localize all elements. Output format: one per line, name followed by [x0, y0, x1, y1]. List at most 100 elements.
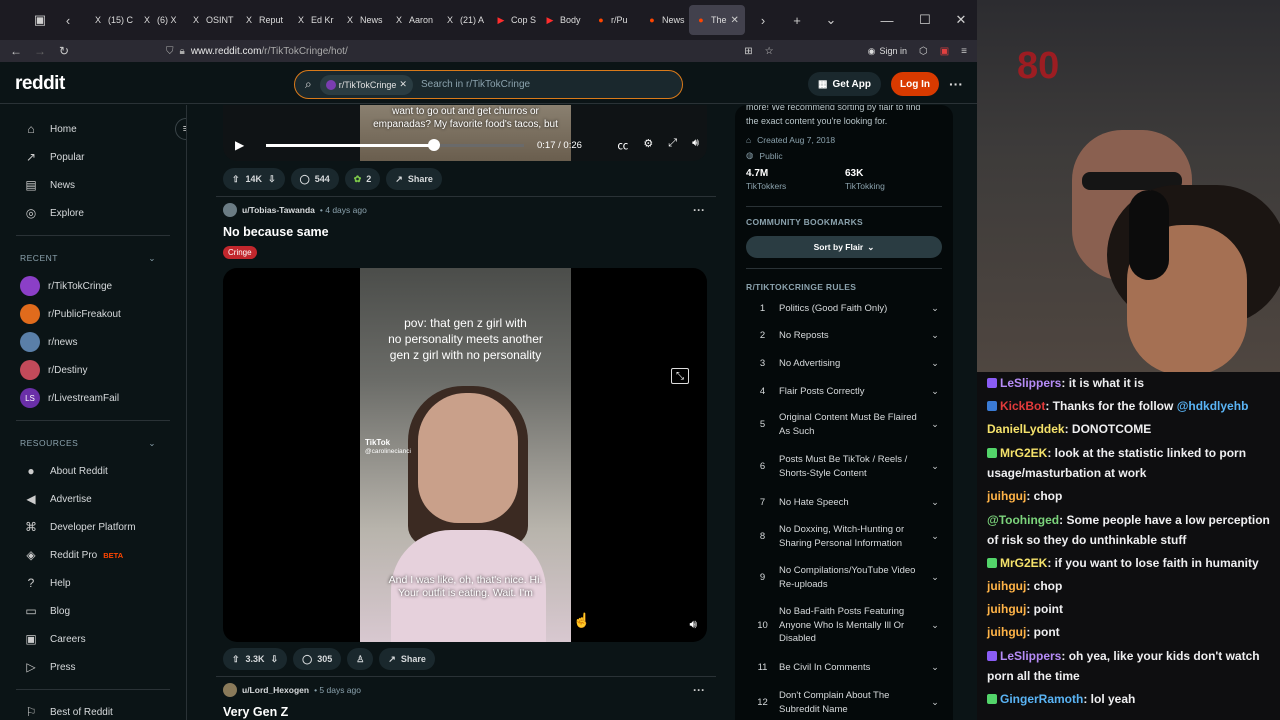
tab-6[interactable]: X News [338, 5, 386, 35]
volume-icon[interactable]: 🔊︎ [689, 617, 697, 632]
sidebar-item-r-news[interactable]: r/news [0, 328, 186, 356]
sort-by-flair-button[interactable]: Sort by Flair ⌄ [746, 236, 942, 258]
search-input[interactable]: Search in r/TikTokCringe [421, 79, 530, 90]
bookmark-star-icon[interactable]: ☆ [765, 46, 774, 57]
chevron-down-icon[interactable]: ⌄ [928, 358, 942, 369]
tab-4[interactable]: X Reput [237, 5, 288, 35]
chat-username[interactable]: KickBot [1000, 399, 1045, 413]
sidebar-item-r-tiktokcringe[interactable]: r/TikTokCringe [0, 272, 186, 300]
chevron-down-icon[interactable]: ⌄ [928, 620, 942, 631]
share-button[interactable]: ↗ Share [386, 168, 442, 190]
chevron-down-icon[interactable]: ⌄ [928, 697, 942, 708]
upvote-icon[interactable]: ⇧ [232, 654, 240, 665]
minimize-icon[interactable]: — [875, 8, 899, 32]
chevron-down-icon[interactable]: ⌄ [928, 531, 942, 542]
rule-item-9[interactable]: 9 No Compilations/YouTube Video Re-upload… [746, 564, 942, 591]
rule-item-11[interactable]: 11 Be Civil In Comments ⌄ [746, 661, 942, 675]
rule-item-8[interactable]: 8 No Doxxing, Witch-Hunting or Sharing Pe… [746, 523, 942, 550]
forward-icon[interactable]: → [28, 44, 52, 58]
settings-gear-icon[interactable]: ⚙ [643, 137, 653, 153]
tab-1[interactable]: X (15) C [86, 5, 134, 35]
url-bar[interactable]: ⛉ 🔒︎ www.reddit.com/r/TikTokCringe/hot/ [166, 46, 744, 57]
rule-item-5[interactable]: 5 Original Content Must Be Flaired As Suc… [746, 411, 942, 438]
chevron-down-icon[interactable]: ⌄ [928, 386, 942, 397]
video-progress-bar[interactable] [266, 139, 524, 151]
rule-item-4[interactable]: 4 Flair Posts Correctly ⌄ [746, 385, 942, 399]
reddit-logo[interactable]: reddit [15, 73, 295, 95]
rule-item-10[interactable]: 10 No Bad-Faith Posts Featuring Anyone Wh… [746, 605, 942, 646]
downvote-icon[interactable]: ⇩ [271, 654, 279, 665]
tab-7[interactable]: X Aaron [387, 5, 437, 35]
new-tab-icon[interactable]: + [785, 8, 809, 32]
search-community-chip[interactable]: r/TikTokCringe ✕ [319, 74, 413, 95]
tab-overview-icon[interactable]: ▣ [28, 8, 52, 32]
tabs-scroll-right-icon[interactable]: › [751, 8, 775, 32]
chevron-down-icon[interactable]: ⌄ [928, 303, 942, 314]
sidebar-item-best-of-reddit[interactable]: ⚐ Best of Reddit [0, 698, 186, 720]
sidebar-item-home[interactable]: ⌂ Home [0, 115, 186, 143]
tab-12[interactable]: ● News [640, 5, 688, 35]
downvote-icon[interactable]: ⇩ [268, 174, 276, 185]
shield-icon[interactable]: ⛉ [166, 46, 174, 57]
extensions-icon[interactable]: ⬡ [919, 46, 928, 57]
sidebar-item-popular[interactable]: ↗ Popular [0, 143, 186, 171]
progress-handle[interactable] [427, 139, 440, 151]
reload-icon[interactable]: ↻ [52, 44, 76, 58]
extension-badge-icon[interactable]: ▣ [940, 46, 949, 57]
chat-username[interactable]: juihguj [987, 489, 1026, 503]
recent-section-header[interactable]: RECENT ⌄ [0, 244, 186, 272]
comments-button[interactable]: ◯ 305 [293, 648, 342, 670]
chat-username[interactable]: @Toohinged [987, 513, 1059, 527]
tab-9[interactable]: ▶ Cop S [489, 5, 537, 35]
rule-item-1[interactable]: 1 Politics (Good Faith Only) ⌄ [746, 302, 942, 316]
tab-3[interactable]: X OSINT [184, 5, 236, 35]
close-tab-icon[interactable]: ✕ [731, 15, 739, 26]
sidebar-item-r-livestreamfail[interactable]: LS r/LivestreamFail [0, 384, 186, 412]
sidebar-item-blog[interactable]: ▭ Blog [0, 597, 186, 625]
fullscreen-icon[interactable]: ⤢ [668, 137, 677, 153]
tab-2[interactable]: X (6) X [135, 5, 183, 35]
chip-close-icon[interactable]: ✕ [399, 79, 407, 90]
log-in-button[interactable]: Log In [891, 72, 939, 96]
comments-button[interactable]: ◯ 544 [290, 168, 339, 190]
tab-11[interactable]: ● r/Pu [589, 5, 639, 35]
avatar[interactable] [223, 203, 237, 217]
post-options-icon[interactable]: ··· [693, 683, 705, 697]
upvote-icon[interactable]: ⇧ [232, 174, 240, 185]
chevron-down-icon[interactable]: ⌄ [928, 497, 942, 508]
rule-item-3[interactable]: 3 No Advertising ⌄ [746, 357, 942, 371]
play-icon[interactable]: ▶ [235, 138, 244, 152]
chat-username[interactable]: juihguj [987, 579, 1026, 593]
chat-mention[interactable]: @hdkdlyehb [1177, 399, 1249, 413]
chat-username[interactable]: juihguj [987, 602, 1026, 616]
award-button[interactable]: ♙ [347, 648, 374, 670]
tab-8[interactable]: X (21) A [438, 5, 488, 35]
rule-item-2[interactable]: 2 No Reposts ⌄ [746, 329, 942, 343]
chevron-down-icon[interactable]: ⌄ [928, 419, 942, 430]
post-title[interactable]: No because same [223, 225, 329, 239]
sidebar-item-news[interactable]: ▤ News [0, 171, 186, 199]
back-icon[interactable]: ← [4, 44, 28, 58]
post-options-icon[interactable]: ··· [693, 203, 705, 217]
close-window-icon[interactable]: ✕ [949, 8, 973, 32]
previous-post-video[interactable]: want to go out and get churros or empanad… [223, 105, 707, 161]
chat-username[interactable]: DanielLyddek [987, 422, 1065, 436]
sidebar-item-help[interactable]: ? Help [0, 569, 186, 597]
sign-in-button[interactable]: ◉ Sign in [868, 46, 907, 57]
post-video[interactable]: pov: that gen z girl with no personality… [223, 268, 707, 642]
tabs-scroll-left-icon[interactable]: ‹ [56, 8, 80, 32]
resources-section-header[interactable]: RESOURCES ⌄ [0, 429, 186, 457]
lock-icon[interactable]: 🔒︎ [180, 46, 185, 57]
sidebar-item-explore[interactable]: ◎ Explore [0, 199, 186, 227]
chat-username[interactable]: juihguj [987, 625, 1026, 639]
post-author[interactable]: u/Tobias-Tawanda [242, 205, 315, 215]
post-title[interactable]: Very Gen Z [223, 705, 288, 719]
chat-username[interactable]: LeSlippers [1000, 376, 1061, 390]
rule-item-7[interactable]: 7 No Hate Speech ⌄ [746, 496, 942, 510]
sidebar-item-about-reddit[interactable]: ● About Reddit [0, 457, 186, 485]
chat-username[interactable]: LeSlippers [1000, 649, 1061, 663]
sidebar-item-developer-platform[interactable]: ⌘ Developer Platform [0, 513, 186, 541]
tab-list-icon[interactable]: ⌄ [819, 8, 843, 32]
maximize-icon[interactable]: ☐ [913, 8, 937, 32]
sidebar-item-r-destiny[interactable]: r/Destiny [0, 356, 186, 384]
